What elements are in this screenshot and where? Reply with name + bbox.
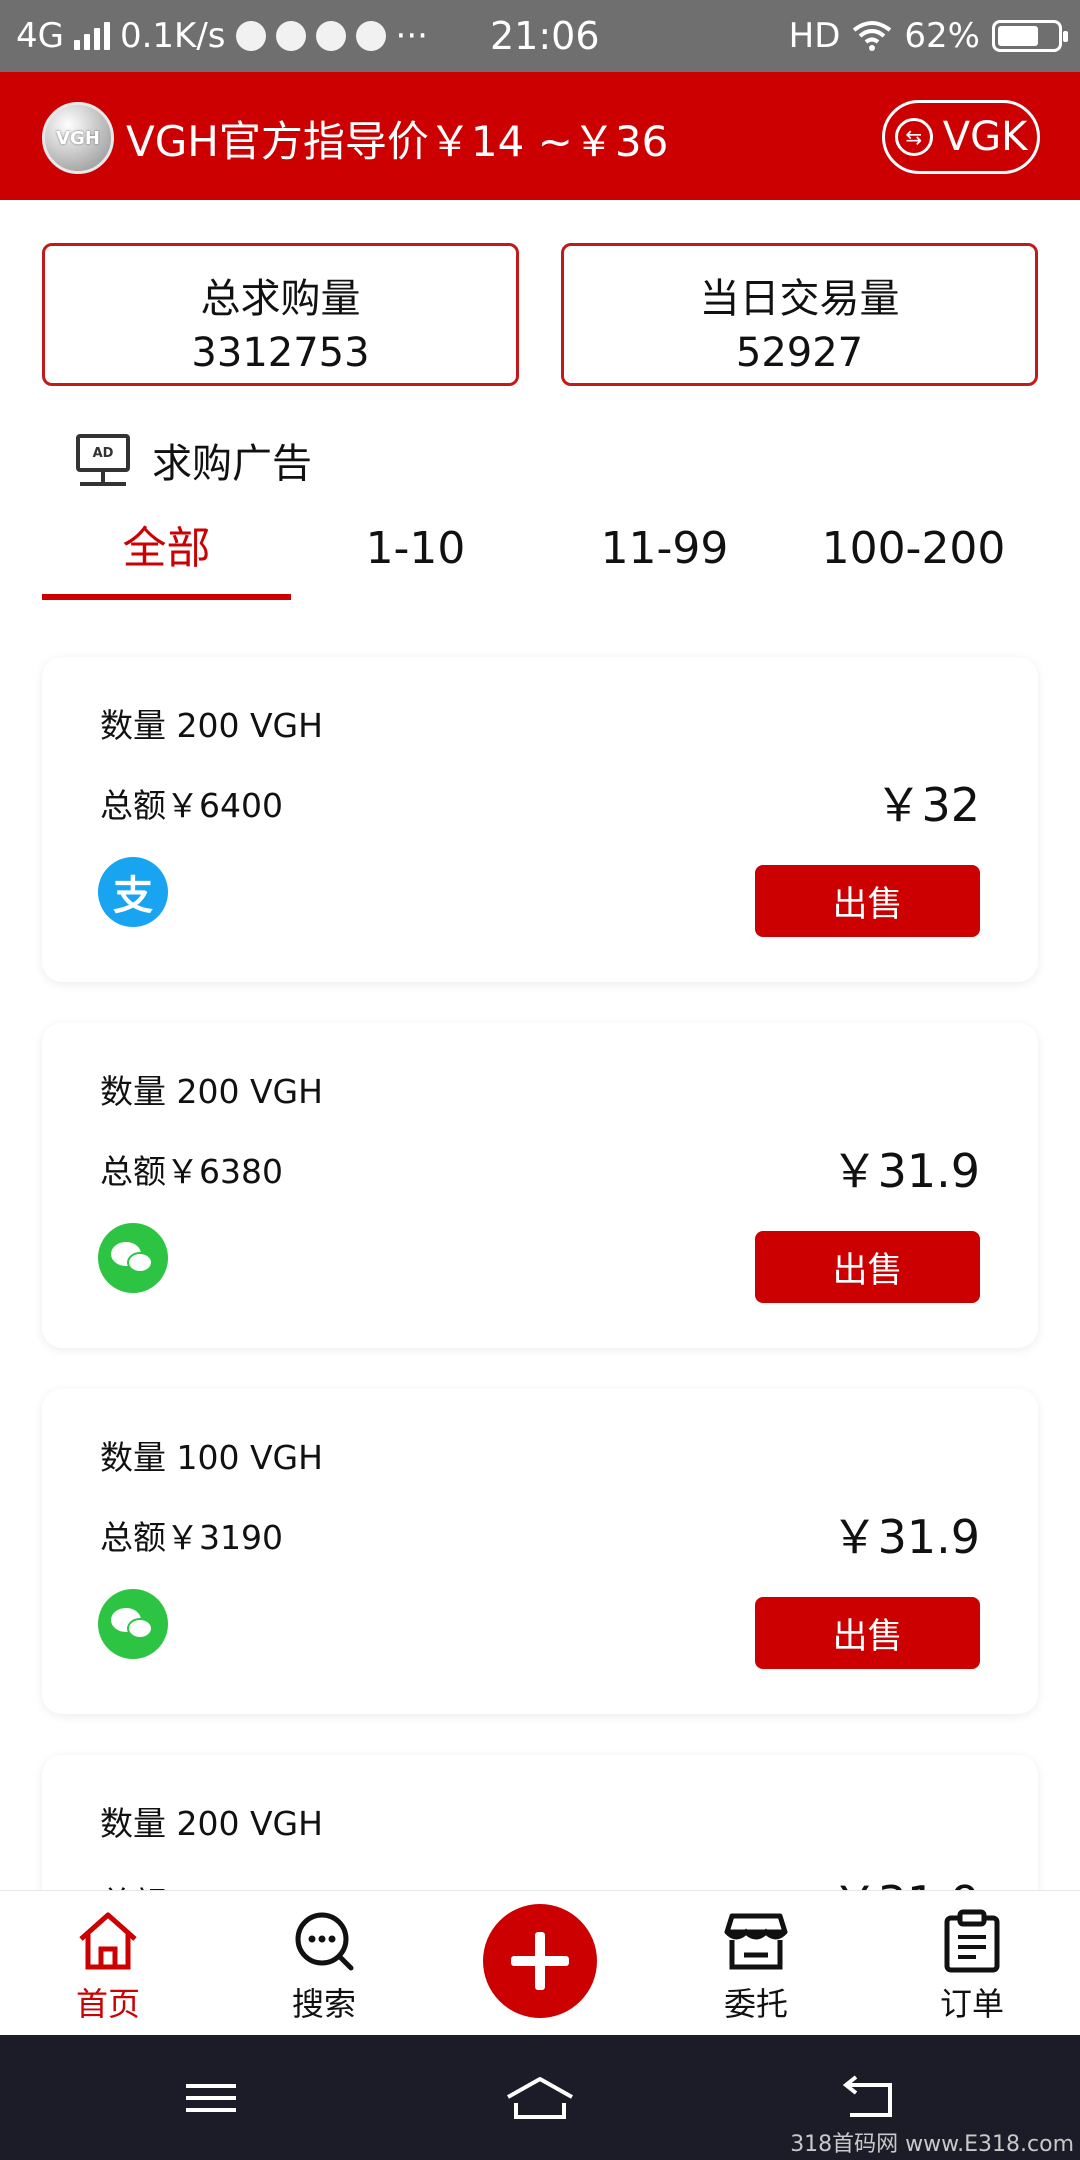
- add-order-button[interactable]: [483, 1904, 597, 2018]
- clock: 21:06: [490, 14, 600, 58]
- stat-total-demand: 总求购量 3312753: [42, 243, 519, 386]
- wifi-icon: [853, 21, 892, 51]
- home-icon: [76, 1909, 140, 1973]
- stat-value: 52927: [735, 330, 864, 376]
- switch-label: VGK: [942, 114, 1028, 160]
- order-total: 总额￥6380: [100, 1152, 283, 1191]
- order-quantity: 数量 200 VGH: [100, 1804, 323, 1843]
- home-nav-icon[interactable]: [495, 2073, 585, 2123]
- music-icon: [355, 21, 386, 51]
- clipboard-icon: [940, 1909, 1004, 1973]
- nav-search[interactable]: 搜索: [216, 1891, 432, 2035]
- stat-label: 总求购量: [200, 276, 361, 322]
- signal-icon: [73, 22, 110, 50]
- stat-label: 当日交易量: [699, 276, 900, 322]
- search-chat-icon: [292, 1909, 356, 1973]
- order-quantity: 数量 200 VGH: [100, 1072, 323, 1111]
- order-price: ￥31.9: [831, 1510, 980, 1564]
- stat-daily-volume: 当日交易量 52927: [561, 243, 1038, 386]
- order-price: ￥32: [875, 778, 980, 832]
- wechat-pay-icon: [98, 1589, 168, 1659]
- nav-label: 订单: [939, 1985, 1004, 2023]
- status-left: 4G 0.1K/s ···: [16, 0, 428, 72]
- tab-all[interactable]: 全部: [42, 510, 291, 600]
- cloud-icon: [275, 21, 306, 51]
- nav-home[interactable]: 首页: [0, 1891, 216, 2035]
- sell-button[interactable]: 出售: [755, 1597, 980, 1669]
- vgh-logo: VGH: [42, 102, 114, 174]
- battery-icon: [992, 20, 1068, 52]
- hd-indicator: HD: [788, 16, 841, 56]
- sell-button[interactable]: 出售: [755, 865, 980, 937]
- switch-to-vgk-button[interactable]: ⇆ VGK: [882, 100, 1040, 174]
- order-total: 总额￥6400: [100, 786, 283, 825]
- ad-icon: AD: [74, 432, 132, 488]
- stat-value: 3312753: [191, 330, 370, 376]
- alipay-glyph: 支: [113, 873, 153, 919]
- order-card: 数量 100 VGH 总额￥3190 ￥31.9 出售: [42, 1389, 1038, 1714]
- status-bar: 4G 0.1K/s ··· 21:06 HD 62%: [0, 0, 1080, 72]
- tab-11-99[interactable]: 11-99: [540, 510, 789, 600]
- section-header: AD 求购广告: [74, 430, 312, 490]
- watermark: 318首码网 www.E318.com: [790, 2132, 1074, 2157]
- back-icon[interactable]: [824, 2073, 914, 2123]
- alipay-icon: 支: [98, 857, 168, 927]
- order-quantity: 数量 200 VGH: [100, 706, 323, 745]
- nav-label: 搜索: [291, 1985, 356, 2023]
- quantity-filter-tabs: 全部 1-10 11-99 100-200: [42, 510, 1038, 600]
- header-title: VGH官方指导价￥14 ~￥36: [126, 117, 669, 166]
- order-total: 总额￥3190: [100, 1518, 283, 1557]
- logo-text: VGH: [56, 127, 100, 149]
- nav-label: 首页: [75, 1985, 140, 2023]
- order-card: 数量 200 VGH 总额￥6380 ￥31.9 出售: [42, 1023, 1038, 1348]
- app-header: VGH VGH官方指导价￥14 ~￥36 ⇆ VGK: [0, 72, 1080, 200]
- store-icon: [724, 1909, 788, 1973]
- network-speed: 0.1K/s: [119, 16, 226, 56]
- battery-percent: 62%: [904, 16, 980, 56]
- network-type: 4G: [16, 16, 64, 56]
- menu-icon[interactable]: [166, 2073, 256, 2123]
- order-card: 数量 200 VGH 总额￥6400 ￥32 支 出售: [42, 657, 1038, 982]
- wechat-pay-icon: [98, 1223, 168, 1293]
- nav-label: 委托: [723, 1985, 788, 2023]
- ad-icon-text: AD: [76, 434, 130, 472]
- swap-icon: ⇆: [894, 118, 933, 156]
- sell-button[interactable]: 出售: [755, 1231, 980, 1303]
- tab-1-10[interactable]: 1-10: [291, 510, 540, 600]
- more-notifications: ···: [395, 16, 428, 56]
- status-right: HD 62%: [788, 0, 1068, 72]
- tab-100-200[interactable]: 100-200: [789, 510, 1038, 600]
- section-title: 求购广告: [152, 441, 312, 487]
- system-nav-bar: 318首码网 www.E318.com: [0, 2035, 1080, 2160]
- order-quantity: 数量 100 VGH: [100, 1438, 323, 1477]
- notification-app-icon: [235, 21, 266, 51]
- nav-orders[interactable]: 订单: [864, 1891, 1080, 2035]
- order-price: ￥31.9: [831, 1144, 980, 1198]
- nav-entrust[interactable]: 委托: [648, 1891, 864, 2035]
- wechat-notification-icon: [315, 21, 346, 51]
